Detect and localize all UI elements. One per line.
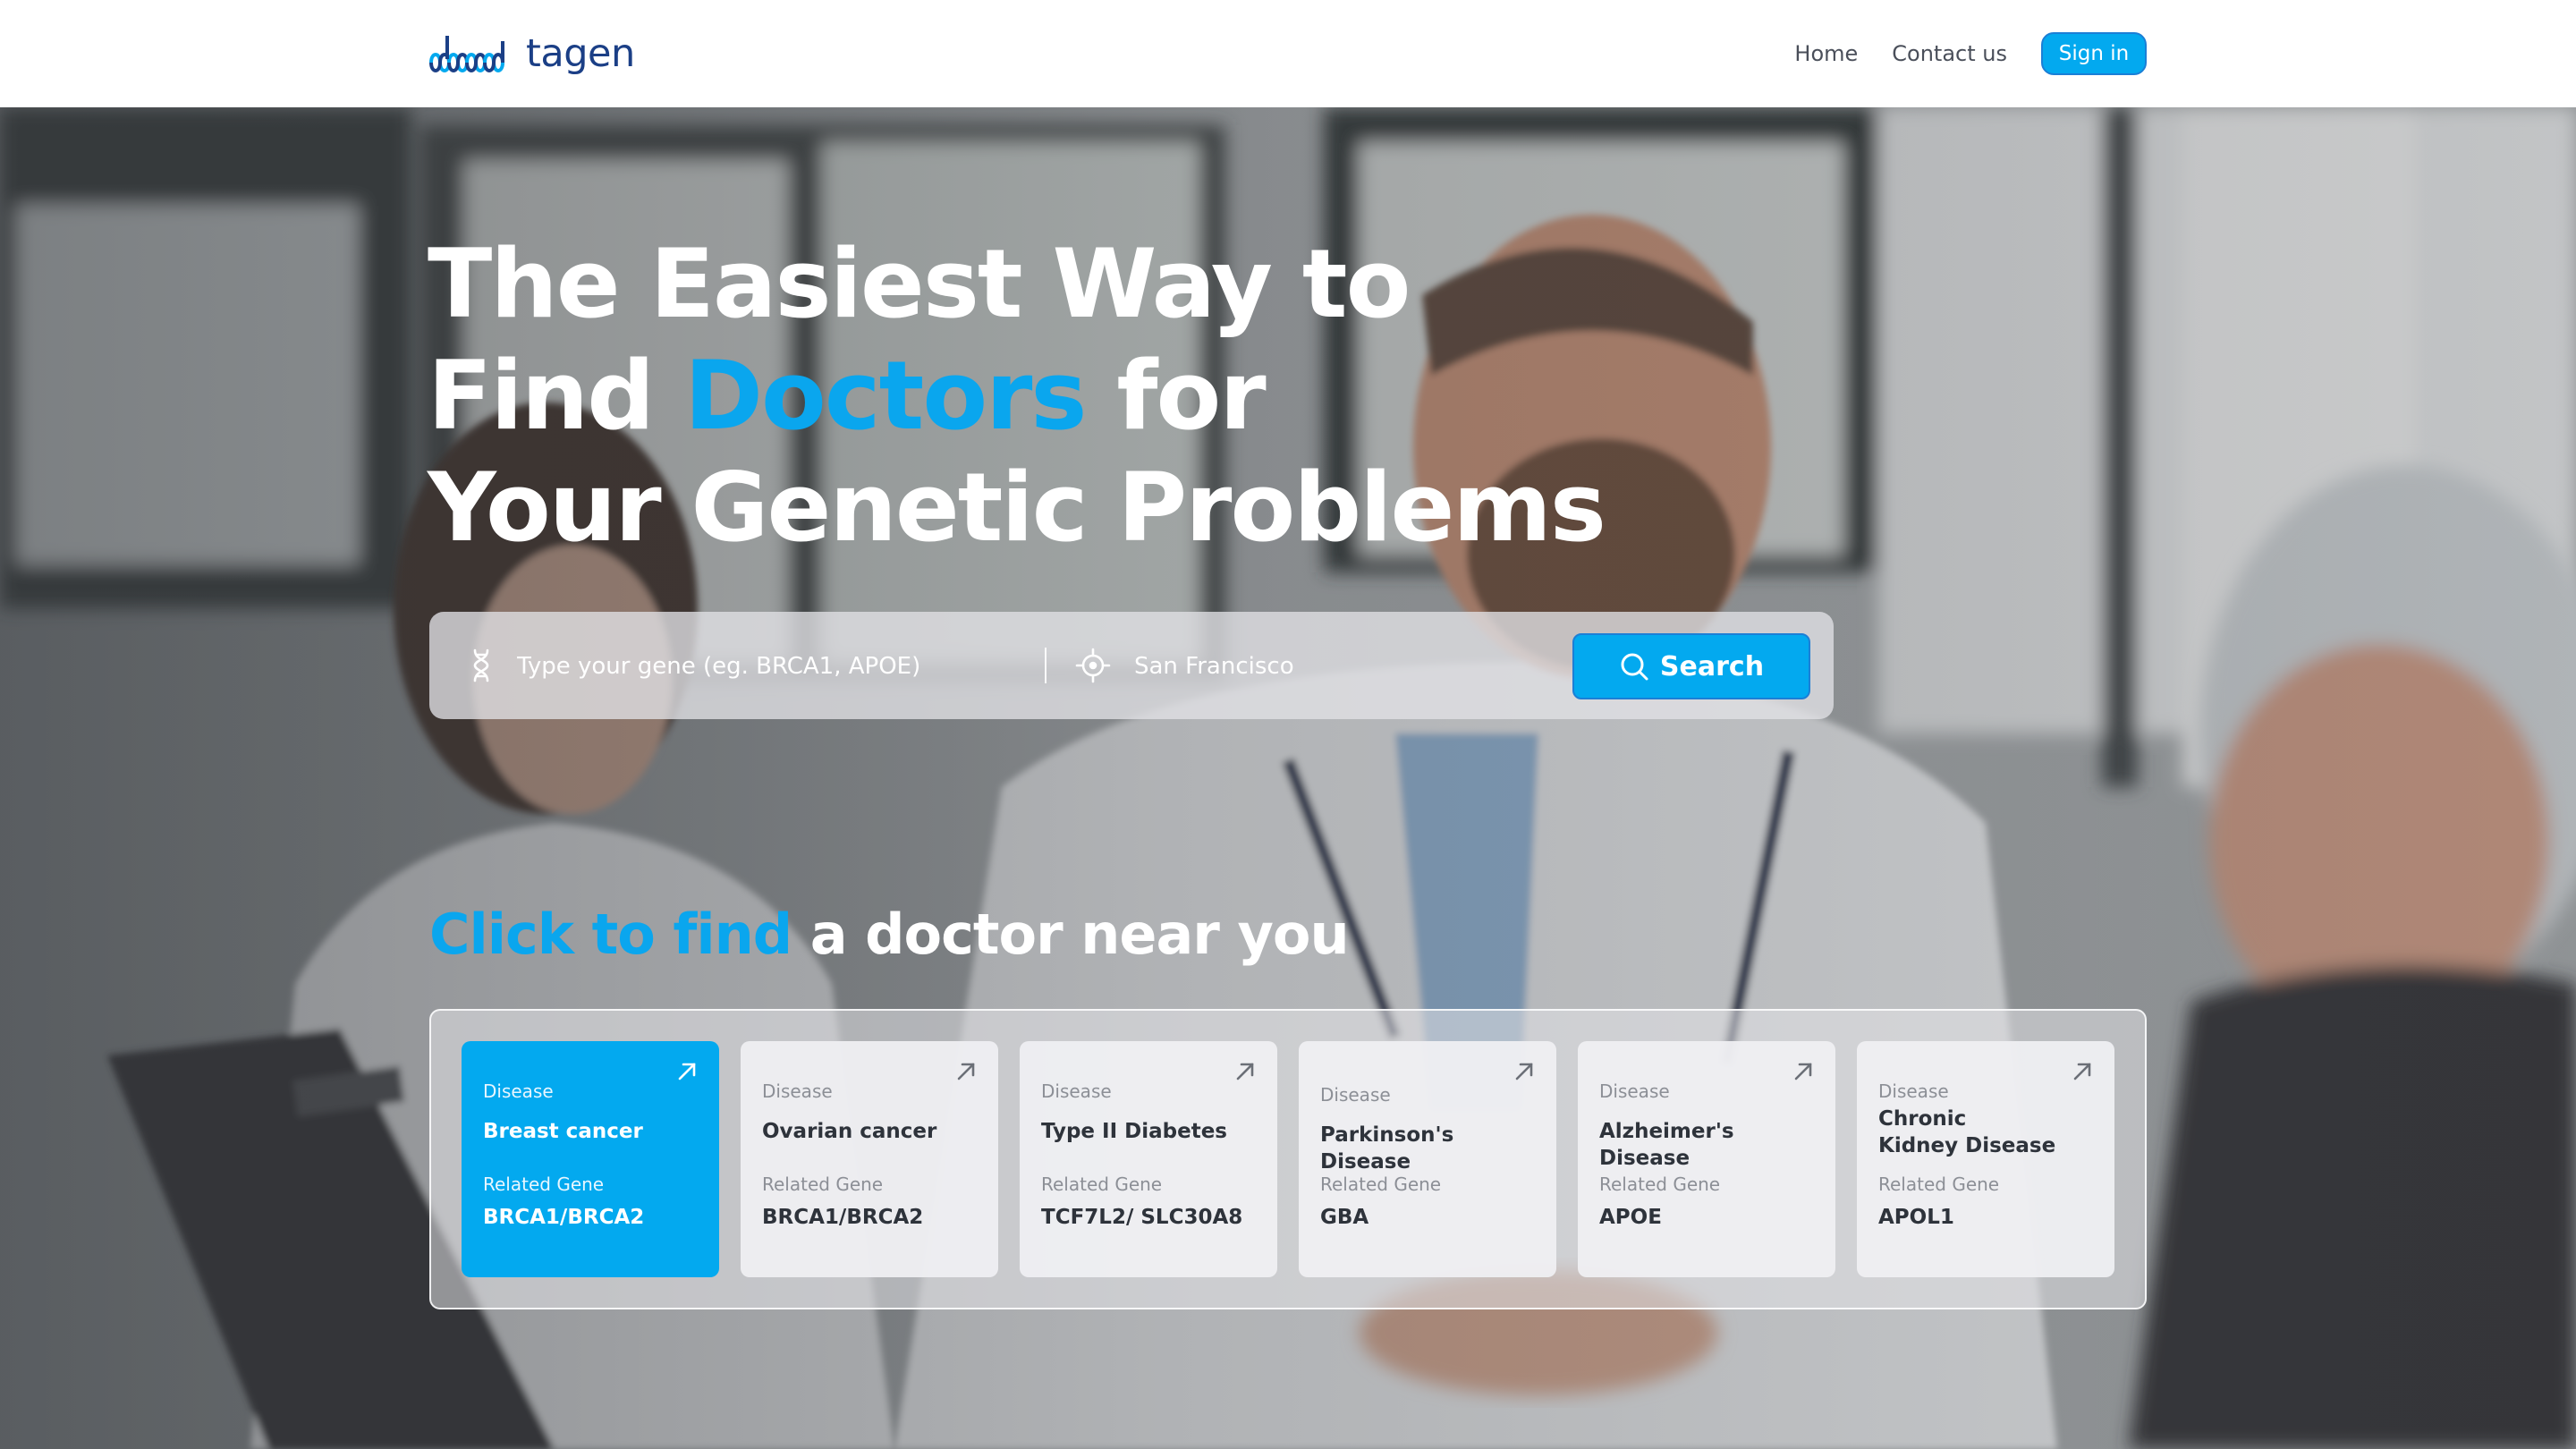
gene-name: BRCA1/BRCA2	[762, 1206, 924, 1229]
gene-label: Related Gene	[1320, 1174, 1442, 1195]
disease-label: Disease	[1320, 1084, 1391, 1106]
find-doctor-accent: Click to find	[429, 902, 792, 967]
main-nav: Home Contact us Sign in	[1794, 30, 2147, 77]
disease-label: Disease	[1041, 1080, 1112, 1102]
gene-label: Related Gene	[1599, 1174, 1721, 1195]
nav-contact-link[interactable]: Contact us	[1892, 41, 2007, 66]
search-icon	[1621, 653, 1648, 681]
disease-name: Chronic Kidney Disease	[1878, 1107, 2056, 1157]
gene-search-input[interactable]	[515, 644, 1020, 689]
search-bar: Search	[429, 612, 1834, 719]
headline-line-2-pre: Find	[428, 341, 684, 451]
disease-card[interactable]: Disease Type II Diabetes Related Gene TC…	[1020, 1041, 1277, 1277]
disease-label: Disease	[1878, 1080, 1949, 1102]
disease-label: Disease	[483, 1080, 554, 1102]
hero-headline: The Easiest Way to Find Doctors for Your…	[428, 228, 1606, 564]
disease-name: Type II Diabetes	[1041, 1120, 1227, 1143]
arrow-up-right-icon	[1794, 1063, 1812, 1080]
disease-card[interactable]: Disease Parkinson's Disease Related Gene…	[1299, 1041, 1556, 1277]
arrow-up-right-icon	[957, 1063, 975, 1080]
find-doctor-heading: Click to find a doctor near you	[429, 902, 1350, 967]
gene-label: Related Gene	[1878, 1174, 2000, 1195]
disease-name: Parkinson's Disease	[1320, 1123, 1454, 1174]
search-button-label: Search	[1659, 650, 1765, 682]
arrow-up-right-icon	[1515, 1063, 1533, 1080]
arrow-up-right-icon	[2073, 1063, 2091, 1080]
gene-name: GBA	[1320, 1206, 1369, 1229]
site-header: tagen Home Contact us Sign in	[0, 0, 2576, 107]
disease-card[interactable]: Disease Ovarian cancer Related Gene BRCA…	[741, 1041, 998, 1277]
location-input[interactable]	[1132, 644, 1476, 689]
dna-icon	[473, 648, 489, 682]
gene-name: APOL1	[1878, 1206, 1954, 1229]
disease-label: Disease	[1599, 1080, 1670, 1102]
sign-in-button[interactable]: Sign in	[2041, 32, 2147, 75]
nav-home-link[interactable]: Home	[1794, 41, 1858, 66]
gene-label: Related Gene	[762, 1174, 884, 1195]
gene-name: BRCA1/BRCA2	[483, 1206, 645, 1229]
arrow-up-right-icon	[678, 1063, 696, 1080]
headline-line-2-post: for	[1085, 341, 1266, 451]
disease-name: Alzheimer's Disease	[1599, 1120, 1734, 1170]
gene-name: APOE	[1599, 1206, 1662, 1229]
logo[interactable]: tagen	[428, 27, 635, 80]
arrow-up-right-icon	[1236, 1063, 1254, 1080]
brand-name: tagen	[526, 31, 635, 76]
headline-line-3: Your Genetic Problems	[428, 453, 1606, 563]
disease-name: Breast cancer	[483, 1120, 643, 1143]
headline-accent-doctors: Doctors	[684, 341, 1088, 451]
disease-cards-panel: Disease Breast cancer Related Gene BRCA1…	[429, 1009, 2147, 1309]
disease-card[interactable]: Disease Chronic Kidney Disease Related G…	[1857, 1041, 2114, 1277]
dna-helix-logo-icon	[429, 36, 504, 72]
gene-name: TCF7L2/ SLC30A8	[1041, 1206, 1243, 1229]
disease-card[interactable]: Disease Alzheimer's Disease Related Gene…	[1578, 1041, 1835, 1277]
disease-label: Disease	[762, 1080, 833, 1102]
gene-label: Related Gene	[483, 1174, 605, 1195]
crosshair-icon	[1075, 648, 1111, 683]
disease-name: Ovarian cancer	[762, 1120, 937, 1143]
search-divider	[1045, 648, 1046, 683]
headline-line-1: The Easiest Way to	[428, 229, 1411, 339]
gene-label: Related Gene	[1041, 1174, 1163, 1195]
search-button[interactable]: Search	[1572, 633, 1810, 699]
find-doctor-rest: a doctor near you	[792, 902, 1350, 967]
disease-card[interactable]: Disease Breast cancer Related Gene BRCA1…	[462, 1041, 719, 1277]
